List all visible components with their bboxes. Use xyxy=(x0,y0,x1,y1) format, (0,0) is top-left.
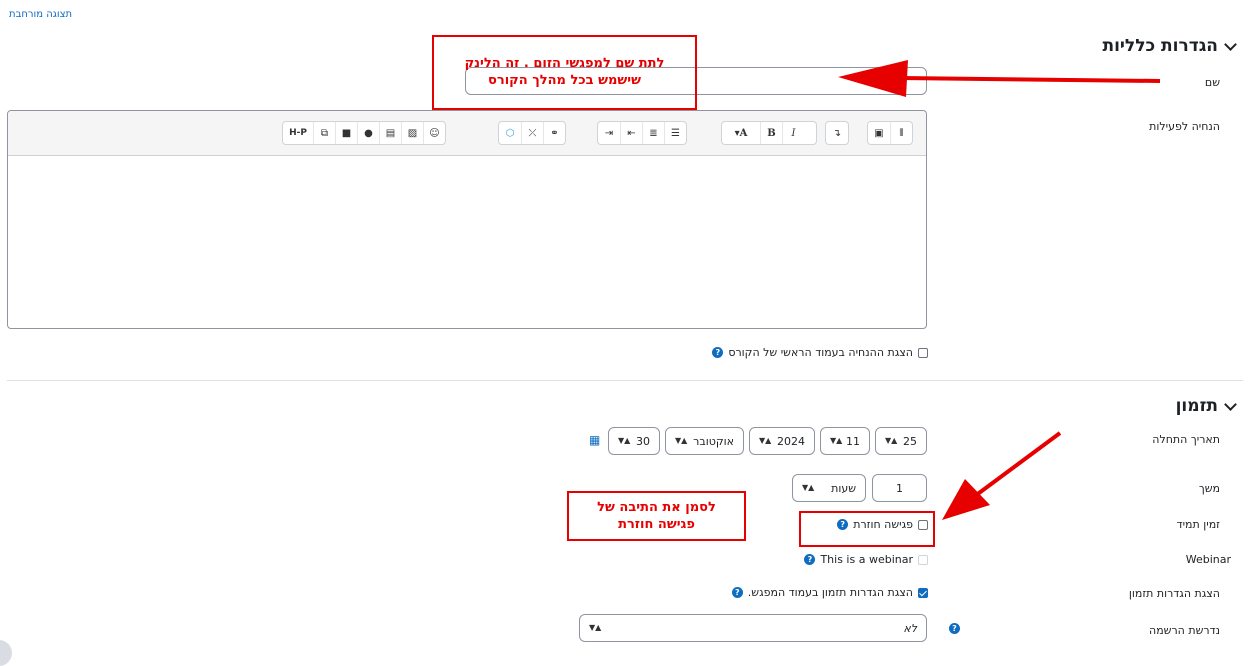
arrow-to-name-field xyxy=(838,60,1161,97)
annotation-arrows xyxy=(838,60,1161,520)
arrow-to-recurring-checkbox xyxy=(942,431,1062,520)
